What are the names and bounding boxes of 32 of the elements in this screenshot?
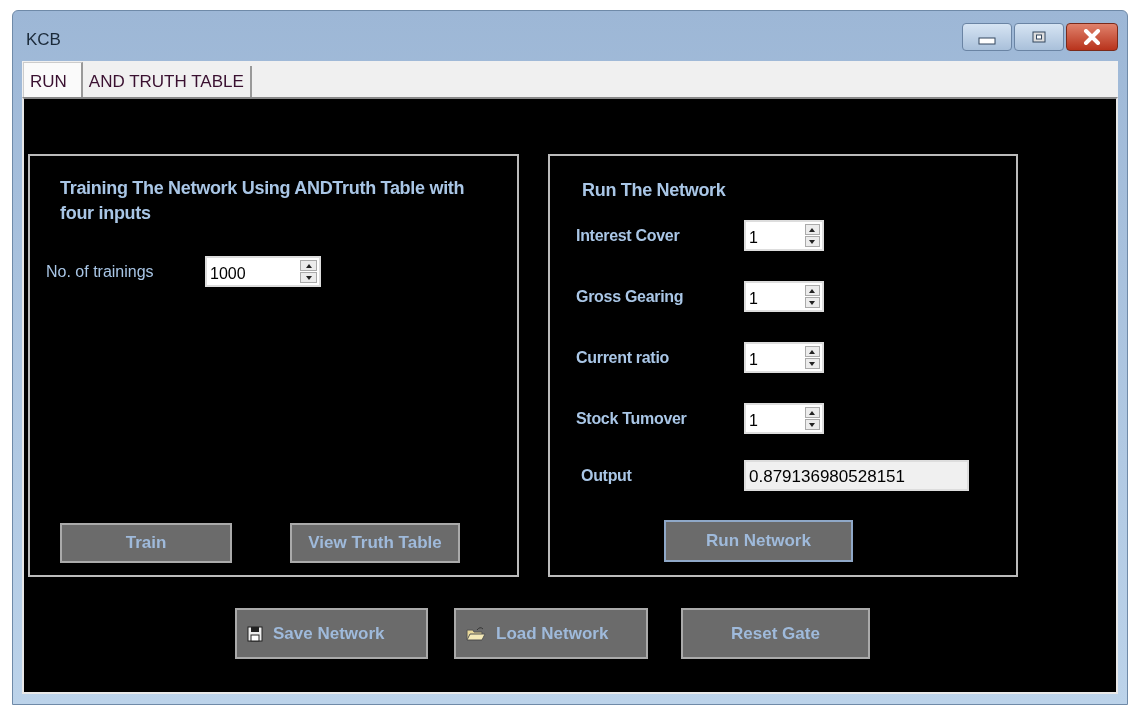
spin-box[interactable]: 1: [744, 342, 824, 373]
down-arrow-icon[interactable]: [809, 422, 816, 427]
up-arrow-icon[interactable]: [809, 227, 816, 232]
output-field: 0.879136980528151: [744, 460, 969, 491]
close-icon: [1083, 29, 1101, 45]
field-label: Stock Tumover: [576, 408, 688, 429]
field-label: Interest Cover: [576, 225, 681, 246]
output-label: Output: [580, 465, 633, 486]
up-arrow-icon[interactable]: [305, 263, 312, 268]
up-arrow-icon[interactable]: [809, 410, 816, 415]
spin-box[interactable]: 1: [744, 281, 824, 312]
close-button[interactable]: [1066, 23, 1118, 51]
panel-title: Run The Network: [582, 179, 727, 202]
up-arrow-icon[interactable]: [809, 288, 816, 293]
spin-box[interactable]: 1: [744, 403, 824, 434]
field-label: Current ratio: [576, 347, 670, 368]
down-arrow-icon[interactable]: [305, 275, 312, 280]
minimize-button[interactable]: [962, 23, 1012, 51]
down-arrow-icon[interactable]: [809, 239, 816, 244]
spin-box[interactable]: 1000: [205, 256, 321, 287]
window-title: KCB: [25, 29, 61, 52]
maximize-icon: [1032, 31, 1046, 43]
field-label: Gross Gearing: [576, 286, 685, 307]
panel-title: Training The Network Using ANDTruth Table with four inputs: [60, 177, 465, 225]
field-label: No. of trainings: [46, 261, 155, 282]
down-arrow-icon[interactable]: [809, 361, 816, 366]
minimize-icon: [978, 37, 996, 45]
up-arrow-icon[interactable]: [809, 349, 816, 354]
spin-box[interactable]: 1: [744, 220, 824, 251]
tab[interactable]: RUN: [23, 62, 83, 97]
down-arrow-icon[interactable]: [809, 300, 816, 305]
open-folder-icon: [466, 625, 486, 642]
